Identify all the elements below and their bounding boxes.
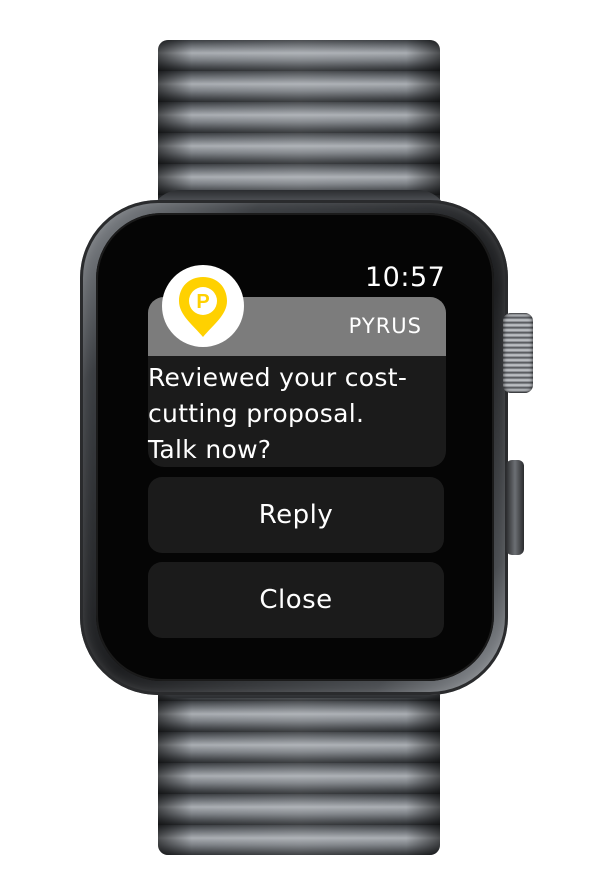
notification-message: Reviewed your cost- cutting proposal. Ta…	[148, 363, 408, 464]
watch-band-top	[158, 40, 440, 215]
close-button[interactable]: Close	[148, 562, 444, 638]
svg-text:P: P	[196, 291, 209, 313]
reply-button[interactable]: Reply	[148, 477, 444, 553]
app-name: PYRUS	[348, 314, 422, 338]
pyrus-logo-icon: P	[162, 265, 244, 347]
digital-crown[interactable]	[503, 313, 533, 393]
side-button[interactable]	[506, 460, 524, 555]
status-time: 10:57	[365, 262, 446, 293]
